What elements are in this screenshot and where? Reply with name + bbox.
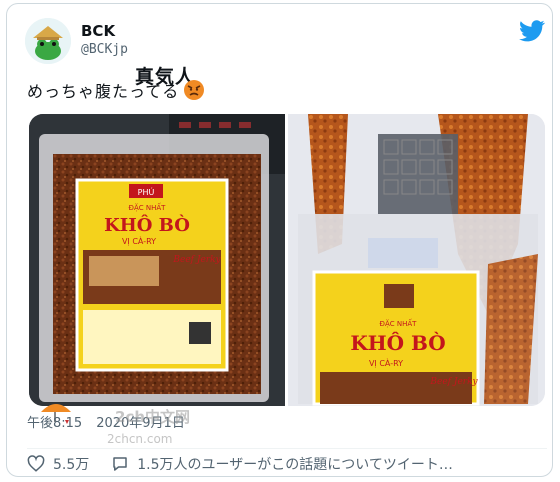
top-label: ĐẶC NHẤT — [129, 202, 167, 212]
timestamp[interactable]: 午後8:15 — [27, 412, 82, 431]
like-button[interactable]: 5.5万 — [27, 454, 89, 474]
top-label-right: ĐẶC NHẤT — [380, 318, 418, 328]
tweet-text: めっちゃ腹たってる — [27, 78, 205, 102]
product-name-right: KHÔ BÒ — [350, 330, 445, 355]
photo-right[interactable]: ĐẶC NHẤT KHÔ BÒ VỊ CÀ-RY Beef Jerky — [288, 114, 545, 406]
flavor-label: VỊ CÀ-RY — [122, 235, 156, 247]
divider — [27, 448, 547, 449]
brand-label: PHÚ — [138, 186, 155, 197]
photo-left[interactable]: PHÚ ĐẶC NHẤT KHÔ BÒ VỊ CÀ-RY Beef Jerky — [29, 114, 285, 406]
conversation-text: 1.5万人のユーザーがこの話題についてツイート… — [137, 457, 453, 473]
script-label-right: Beef Jerky — [429, 377, 478, 387]
watermark-url: 2chcn.com — [107, 432, 173, 446]
action-bar: 5.5万 1.5万人のユーザーがこの話題についてツイート… — [27, 454, 453, 474]
reply-conversation-link[interactable]: 1.5万人のユーザーがこの話題についてツイート… — [111, 454, 453, 474]
speech-bubble-icon — [113, 457, 128, 471]
jerky-bag-photo-left: PHÚ ĐẶC NHẤT KHÔ BÒ VỊ CÀ-RY Beef Jerky — [29, 114, 285, 406]
display-name[interactable]: BCK — [81, 22, 115, 40]
tweet-text-body: めっちゃ腹たってる — [27, 82, 180, 101]
user-handle[interactable]: @BCKjp — [81, 42, 128, 57]
jerky-bag-photo-right: ĐẶC NHẤT KHÔ BÒ VỊ CÀ-RY Beef Jerky — [288, 114, 545, 406]
tweet-card[interactable]: BCK @BCKjp 真気人 めっちゃ腹たってる PHÚ ĐẶC NHẤT KH… — [6, 3, 553, 477]
product-name: KHÔ BÒ — [104, 213, 190, 236]
heart-icon — [27, 455, 45, 472]
twitter-bird-icon[interactable] — [519, 20, 545, 42]
watermark-text: 2ch中文网 — [115, 408, 191, 426]
like-count: 5.5万 — [53, 457, 90, 473]
avatar[interactable] — [25, 18, 71, 64]
angry-face-icon — [184, 80, 205, 100]
frog-avatar-icon — [25, 18, 71, 64]
flavor-label-right: VỊ CÀ-RY — [369, 357, 403, 369]
script-label: Beef Jerky — [172, 255, 221, 265]
